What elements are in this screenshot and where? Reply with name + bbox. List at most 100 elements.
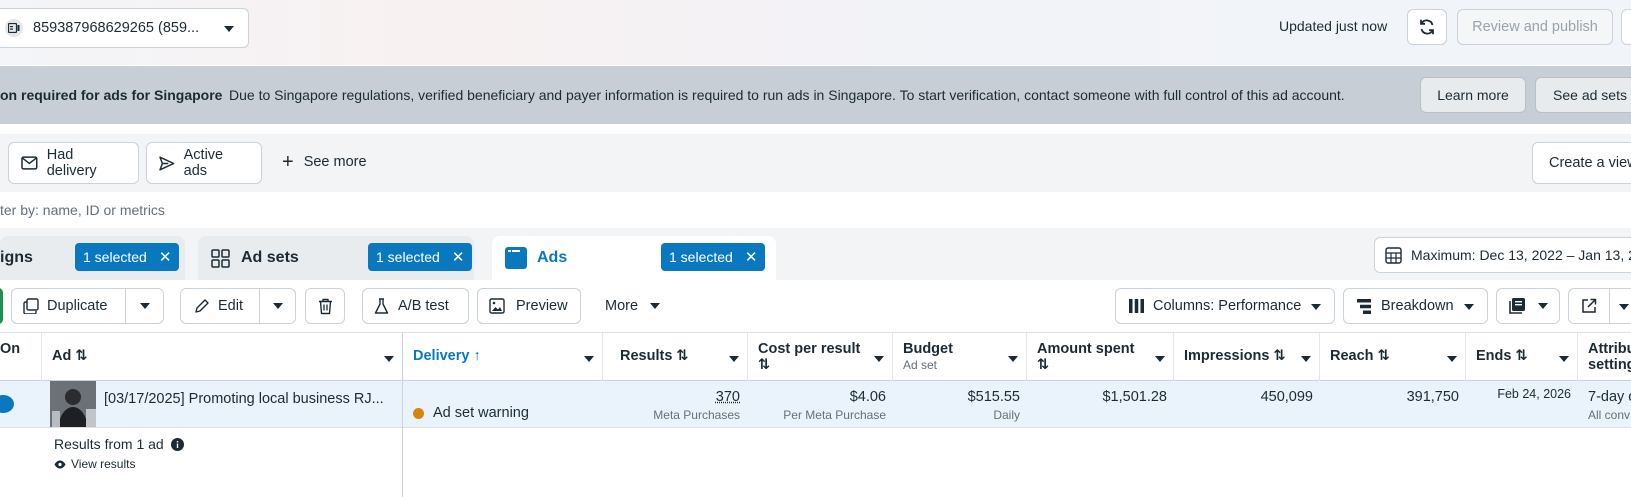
active-ads-chip[interactable]: Active ads (146, 142, 262, 184)
see-more-filters-button[interactable]: + See more (282, 154, 367, 170)
action-toolbar: Duplicate Edit A/B test Preview More Col… (0, 280, 1631, 332)
column-header-ends[interactable]: Ends ⇅ (1466, 333, 1578, 381)
info-icon[interactable] (171, 438, 184, 451)
column-label: Budget (903, 341, 1016, 357)
chevron-down-icon (384, 356, 394, 362)
tab-campaigns-label: igns (0, 249, 33, 267)
chevron-down-icon (1538, 303, 1548, 309)
results-value[interactable]: 370 (603, 389, 740, 405)
column-header-delivery[interactable]: Delivery ↑ (403, 333, 603, 381)
learn-more-button[interactable]: Learn more (1420, 77, 1526, 113)
duplicate-label: Duplicate (47, 298, 107, 314)
overflow-button[interactable] (1621, 9, 1631, 45)
date-range-picker[interactable]: Maximum: Dec 13, 2022 – Jan 13, 2 (1374, 237, 1631, 273)
column-label: On (0, 341, 20, 357)
columns-icon (1129, 299, 1144, 313)
more-menu-button[interactable]: More (605, 298, 660, 314)
preview-button[interactable]: Preview (477, 288, 581, 324)
more-label: More (605, 298, 638, 314)
chevron-down-icon (1619, 304, 1629, 310)
table-row[interactable]: [03/17/2025] Promoting local business RJ… (0, 381, 1631, 428)
filter-search-input[interactable] (0, 192, 1631, 228)
last-updated-status: Updated just now (1279, 18, 1387, 34)
calendar-icon (1385, 247, 1402, 264)
banner-message: Due to Singapore regulations, verified b… (229, 87, 1345, 103)
tab-ad-sets[interactable]: Ad sets 1 selected ✕ (198, 236, 474, 280)
budget-type: Daily (893, 408, 1020, 422)
ad-thumbnail-image (50, 381, 96, 427)
close-icon[interactable]: ✕ (159, 248, 172, 266)
review-and-publish-button[interactable]: Review and publish (1457, 9, 1613, 45)
table-header: On Ad ⇅ Delivery ↑ Results ⇅ Cost per re… (0, 332, 1631, 381)
column-header-attribution[interactable]: Attribu setting (1578, 333, 1631, 381)
column-header-budget[interactable]: Budget Ad set (893, 333, 1027, 381)
column-label: Attribu (1588, 341, 1631, 357)
tab-ads[interactable]: Ads 1 selected ✕ (492, 236, 776, 280)
tab-campaigns[interactable]: igns 1 selected ✕ (0, 236, 185, 280)
banner-title: on required for ads for Singapore (0, 87, 222, 103)
chevron-down-icon (729, 356, 739, 362)
ends-cell: Feb 24, 2026 (1466, 387, 1571, 433)
sort-icon: ⇅ (1273, 348, 1285, 364)
column-header-on[interactable]: On (0, 333, 42, 381)
column-label: Delivery (413, 348, 469, 364)
ad-account-icon (5, 19, 23, 37)
duplicate-button[interactable]: Duplicate (12, 289, 125, 323)
chevron-down-icon (584, 356, 594, 362)
verification-banner: on required for ads for Singapore Due to… (0, 66, 1631, 124)
duplicate-dropdown-button[interactable] (126, 289, 164, 323)
ad-thumbnail[interactable] (50, 381, 96, 427)
refresh-button[interactable] (1407, 9, 1447, 45)
ad-account-selector[interactable]: 859387968629265 (859... (0, 8, 249, 48)
column-label: Ad (52, 348, 71, 364)
preview-label: Preview (516, 298, 568, 314)
column-header-results[interactable]: Results ⇅ (603, 333, 748, 381)
close-icon[interactable]: ✕ (745, 248, 758, 266)
see-more-label: See more (304, 154, 367, 170)
column-header-cost-per-result[interactable]: Cost per result ⇅ (748, 333, 893, 381)
create-button[interactable] (0, 288, 3, 324)
see-ad-sets-button[interactable]: See ad sets (1535, 77, 1631, 113)
on-off-toggle[interactable] (0, 395, 14, 413)
ad-sets-selected-badge[interactable]: 1 selected ✕ (368, 243, 472, 271)
ads-selected-badge[interactable]: 1 selected ✕ (661, 243, 765, 271)
chevron-down-icon (874, 356, 884, 362)
export-button[interactable] (1568, 288, 1631, 324)
ad-window-icon (505, 247, 527, 269)
campaigns-selected-badge[interactable]: 1 selected ✕ (75, 243, 179, 271)
breakdown-selector[interactable]: Breakdown (1343, 288, 1488, 324)
column-header-impressions[interactable]: Impressions ⇅ (1174, 333, 1320, 381)
edit-dropdown-button[interactable] (260, 289, 296, 323)
view-results-link[interactable]: View results (54, 457, 135, 471)
impressions-cell: 450,099 (1174, 389, 1313, 435)
attribution-cell: 7-day c All conv (1588, 389, 1631, 435)
budget-value[interactable]: $515.55 (893, 389, 1020, 405)
columns-selector[interactable]: Columns: Performance (1115, 288, 1335, 324)
had-delivery-chip[interactable]: Had delivery (8, 142, 139, 184)
divider (1609, 289, 1610, 323)
tab-ads-label: Ads (537, 249, 567, 267)
duplicate-icon (23, 298, 39, 314)
delete-button[interactable] (305, 288, 345, 324)
ad-name-link[interactable]: [03/17/2025] Promoting local business RJ… (104, 391, 384, 437)
chevron-down-icon (1464, 304, 1474, 310)
amount-spent-cell: $1,501.28 (1027, 389, 1167, 435)
envelope-icon (21, 156, 38, 170)
reports-icon (1509, 298, 1526, 314)
reports-button[interactable] (1496, 288, 1560, 324)
flask-icon (374, 298, 389, 315)
ab-test-button[interactable]: A/B test (362, 288, 469, 324)
eye-icon (54, 460, 66, 469)
chevron-down-icon (224, 26, 234, 32)
edit-button[interactable]: Edit (181, 289, 259, 323)
close-icon[interactable]: ✕ (452, 248, 465, 266)
create-view-button[interactable]: Create a view (1532, 142, 1631, 184)
sort-icon: ⇅ (1515, 348, 1527, 364)
column-header-reach[interactable]: Reach ⇅ (1320, 333, 1466, 381)
column-header-amount-spent[interactable]: Amount spent ⇅ (1027, 333, 1174, 381)
breakdown-label: Breakdown (1381, 298, 1454, 314)
sort-icon: ⇅ (1378, 348, 1390, 364)
column-header-ad[interactable]: Ad ⇅ (42, 333, 403, 381)
reach-cell: 391,750 (1320, 389, 1459, 435)
column-label: Impressions (1184, 348, 1269, 364)
